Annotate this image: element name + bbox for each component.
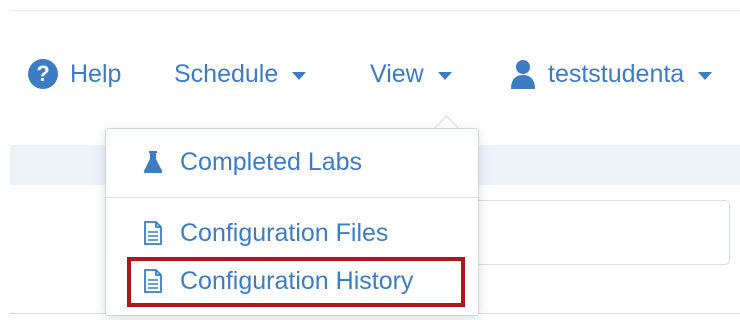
question-circle-icon: ?: [28, 59, 58, 89]
text-input[interactable]: [470, 200, 730, 265]
view-label: View: [370, 59, 424, 88]
file-icon: [142, 269, 164, 293]
top-navbar: ? Help Schedule View teststudenta: [10, 10, 740, 141]
view-menu-toggle[interactable]: View: [370, 59, 452, 89]
caret-down-icon: [437, 71, 452, 80]
menu-item-label: Configuration Files: [180, 218, 389, 247]
menu-divider: [106, 197, 478, 198]
user-icon: [510, 59, 536, 89]
menu-item-label: Completed Labs: [180, 147, 363, 176]
view-dropdown-menu: Completed Labs Configuration Files Confi…: [105, 128, 479, 316]
file-icon: [142, 221, 164, 245]
schedule-menu-toggle[interactable]: Schedule: [174, 59, 307, 89]
help-label: Help: [70, 59, 122, 88]
username-label: teststudenta: [548, 59, 685, 88]
help-nav-item[interactable]: ? Help: [28, 59, 121, 89]
flask-icon: [142, 150, 164, 174]
menu-item-completed-labs[interactable]: Completed Labs: [106, 142, 478, 182]
menu-item-configuration-history[interactable]: Configuration History: [106, 261, 478, 301]
user-menu-toggle[interactable]: teststudenta: [510, 59, 713, 89]
menu-item-label: Configuration History: [180, 266, 414, 295]
schedule-label: Schedule: [174, 59, 279, 88]
caret-down-icon: [698, 71, 713, 80]
menu-item-configuration-files[interactable]: Configuration Files: [106, 213, 478, 253]
caret-down-icon: [292, 71, 307, 80]
